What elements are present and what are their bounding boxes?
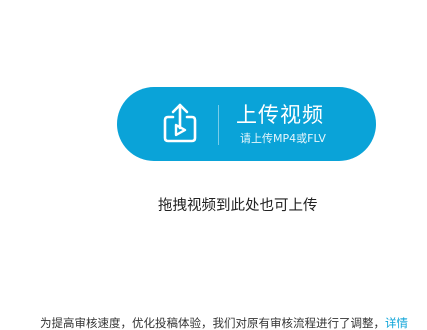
upload-button-subtitle: 请上传MP4或FLV bbox=[240, 132, 326, 145]
review-notice-text: 为提高审核速度，优化投稿体验，我们对原有审核流程进行了调整， bbox=[40, 316, 385, 330]
upload-drop-zone[interactable]: 上传视频 请上传MP4或FLV 拖拽视频到此处也可上传 为提高审核速度，优化投稿… bbox=[0, 0, 427, 330]
drag-drop-hint: 拖拽视频到此处也可上传 bbox=[158, 198, 318, 214]
button-divider bbox=[218, 105, 219, 145]
upload-button-title: 上传视频 bbox=[236, 103, 324, 127]
upload-video-icon bbox=[163, 103, 197, 143]
review-notice: 为提高审核速度，优化投稿体验，我们对原有审核流程进行了调整，详情 bbox=[40, 316, 408, 330]
details-link[interactable]: 详情 bbox=[385, 316, 408, 330]
